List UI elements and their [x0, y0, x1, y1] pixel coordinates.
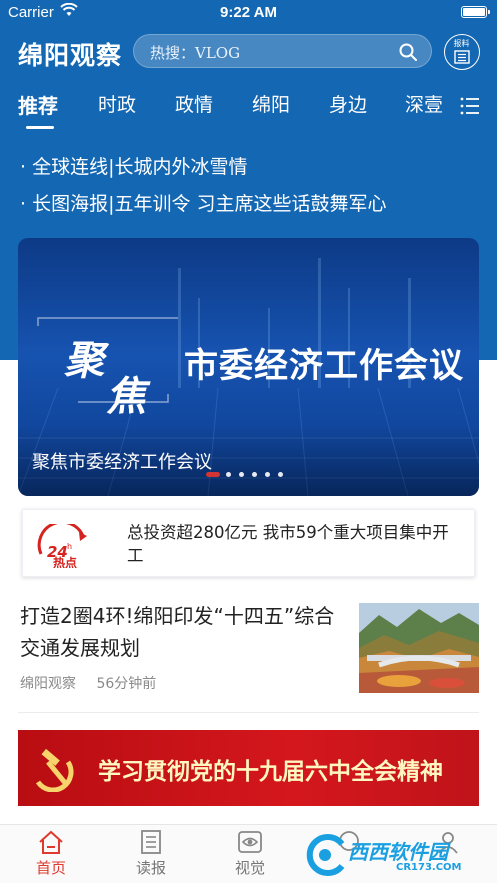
tab-shenyi[interactable]: 深壹	[405, 90, 443, 117]
svg-text:h: h	[67, 542, 72, 551]
news-item-title[interactable]: 打造2圈4环!绵阳印发“十四五”综合交通发展规划	[20, 600, 340, 664]
news-thumbnail-image	[359, 603, 479, 693]
status-bar: Carrier 9:22 AM	[0, 0, 497, 26]
newspaper-icon	[141, 830, 161, 854]
hot-news-text: 总投资超280亿元 我市59个重大项目集中开工	[127, 523, 449, 565]
report-button[interactable]: 报料	[444, 34, 480, 70]
carousel-dot-active[interactable]	[206, 472, 220, 477]
list-divider	[18, 712, 479, 713]
active-tab-indicator	[26, 126, 54, 129]
svg-text:热点: 热点	[53, 555, 77, 568]
news-source: 绵阳观察	[20, 676, 76, 692]
eye-icon	[238, 831, 262, 853]
nav-newspaper-label: 读报	[135, 859, 166, 877]
headline-item[interactable]: · 长图海报|五年训令 习主席这些话鼓舞军心	[20, 189, 387, 216]
battery-icon	[461, 6, 490, 18]
news-thumbnail[interactable]	[359, 603, 479, 693]
nav-vision-label: 视觉	[234, 859, 265, 877]
category-tabs: 推荐 时政 政情 绵阳 身边 深壹	[0, 88, 497, 132]
hot-news-card[interactable]: 24 h 热点 总投资超280亿元 我市59个重大项目集中开工	[22, 509, 475, 577]
banner-title-main: 市委经济工作会议	[184, 346, 464, 386]
watermark-url: CR173.COM	[396, 862, 462, 873]
banner-caption: 聚焦市委经济工作会议	[32, 452, 212, 473]
nav-home-label: 首页	[35, 859, 66, 877]
watermark-brand: 西西软件园	[348, 840, 448, 864]
carousel-dot[interactable]	[278, 472, 283, 477]
tab-government[interactable]: 政情	[175, 90, 213, 117]
news-item-meta: 绵阳观察 56分钟前	[20, 673, 156, 693]
party-study-banner[interactable]: 学习贯彻党的十九届六中全会精神	[18, 730, 479, 806]
channel-menu-icon[interactable]	[460, 96, 480, 116]
banner-title-char: 聚	[64, 337, 104, 384]
party-banner-text: 学习贯彻党的十九届六中全会精神	[98, 758, 443, 785]
nav-vision[interactable]: 视觉	[220, 829, 280, 878]
tab-politics[interactable]: 时政	[98, 90, 136, 117]
home-icon	[39, 830, 63, 854]
app-logo: 绵阳观察	[18, 41, 123, 70]
tab-nearby[interactable]: 身边	[329, 90, 367, 117]
carousel-dot[interactable]	[252, 472, 257, 477]
search-icon	[399, 43, 417, 61]
search-bar[interactable]: 热搜：VLOG	[133, 34, 432, 68]
search-hot-text: 热搜：VLOG	[150, 44, 241, 62]
tab-mianyang[interactable]: 绵阳	[252, 90, 290, 117]
nav-home[interactable]: 首页	[21, 829, 81, 878]
newspaper-icon	[454, 50, 470, 64]
carousel-dot[interactable]	[239, 472, 244, 477]
nav-newspaper[interactable]: 读报	[121, 829, 181, 878]
tab-recommend[interactable]: 推荐	[18, 90, 58, 119]
hammer-sickle-icon	[35, 748, 74, 792]
watermark-logo-icon	[306, 834, 345, 876]
site-watermark: 西西软件园 CR173.COM	[300, 826, 497, 883]
carousel-dot[interactable]	[226, 472, 231, 477]
news-time: 56分钟前	[96, 676, 157, 692]
carousel-dot[interactable]	[265, 472, 270, 477]
banner-title-char: 焦	[106, 373, 146, 420]
carousel-banner[interactable]: 聚 焦 市委经济工作会议 聚焦市委经济工作会议	[18, 238, 479, 496]
report-label: 报料	[453, 39, 470, 48]
clock: 9:22 AM	[220, 4, 277, 21]
hot-24h-logo: 24 h 热点	[37, 524, 87, 568]
headline-item[interactable]: · 全球连线|长城内外冰雪情	[20, 152, 247, 179]
